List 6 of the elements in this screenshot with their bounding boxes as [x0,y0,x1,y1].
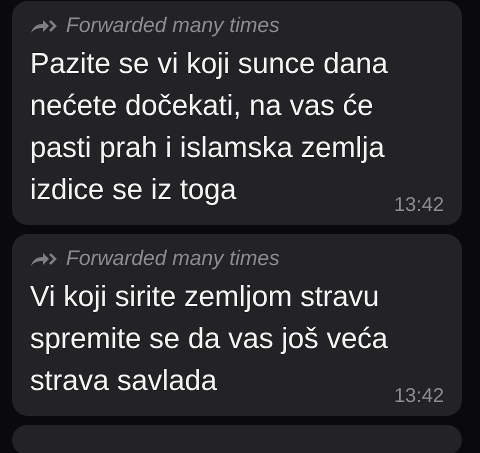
message-text: Vi koji sirite zemljom stravu spremite se da vas još veća strava savlada [30,280,388,399]
message-time: 13:42 [394,194,444,217]
message-time: 13:42 [394,385,444,408]
message-text: Pazite se vi koji sunce dana nećete dočekati, na vas će pasti prah i islamska zemlja izdice se iz toga [30,47,388,208]
forwarded-label: Forwarded many times [66,246,280,272]
forwarded-label: Forwarded many times [66,13,280,39]
